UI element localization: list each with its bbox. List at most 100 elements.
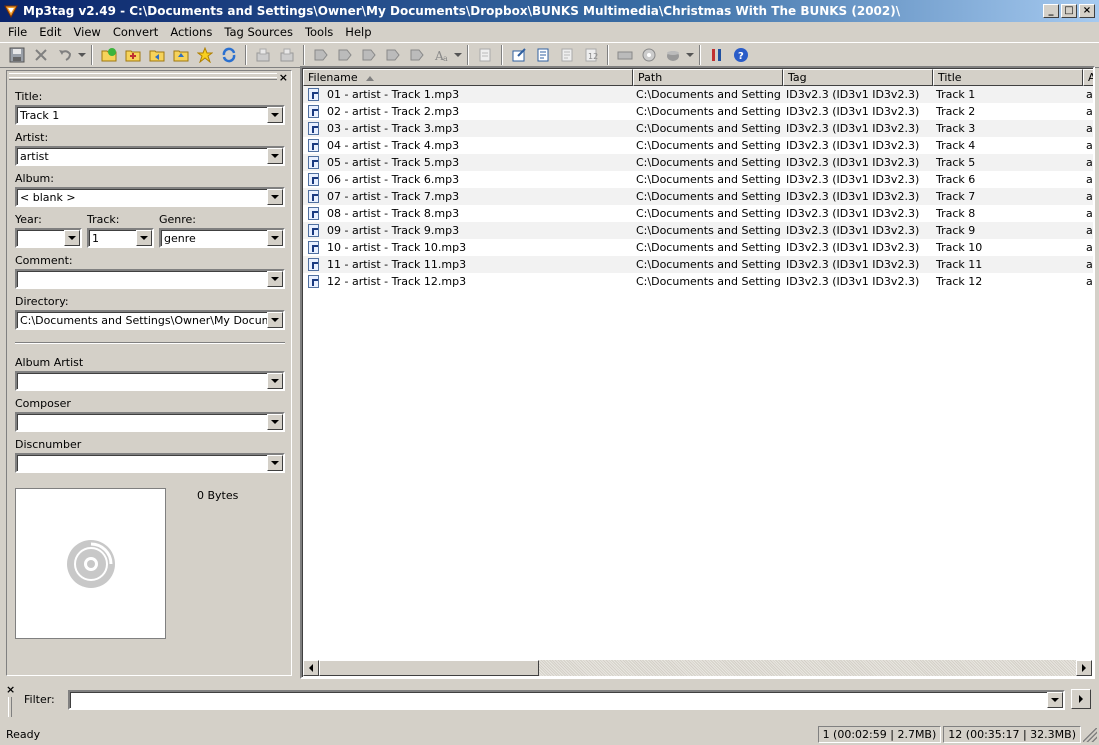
filter-input[interactable] — [68, 690, 1065, 710]
extended-tags-icon[interactable] — [474, 44, 496, 66]
discnumber-field[interactable] — [15, 453, 285, 473]
column-tag[interactable]: Tag — [783, 69, 933, 86]
filename-filename-icon[interactable] — [358, 44, 380, 66]
undo-icon[interactable] — [54, 44, 76, 66]
save-icon[interactable] — [6, 44, 28, 66]
playlist-selection-icon[interactable] — [556, 44, 578, 66]
maximize-button[interactable]: □ — [1061, 4, 1077, 18]
cd-lookup-icon[interactable] — [638, 44, 660, 66]
row-path: C:\Documents and Setting... — [636, 275, 781, 288]
filter-close-icon[interactable]: × — [6, 683, 15, 696]
remove-icon[interactable] — [30, 44, 52, 66]
table-row[interactable]: 07 - artist - Track 7.mp3 C:\Documents an… — [303, 188, 1093, 205]
mp3-file-icon — [308, 224, 319, 237]
paste-tag-icon[interactable] — [276, 44, 298, 66]
chevron-down-icon[interactable] — [267, 107, 283, 123]
chevron-down-icon[interactable] — [267, 271, 283, 287]
table-row[interactable]: 04 - artist - Track 4.mp3 C:\Documents an… — [303, 137, 1093, 154]
autonumber-icon[interactable]: 12 — [580, 44, 602, 66]
scroll-thumb[interactable] — [319, 660, 539, 676]
horizontal-scrollbar[interactable] — [303, 660, 1092, 676]
table-row[interactable]: 11 - artist - Track 11.mp3 C:\Documents a… — [303, 256, 1093, 273]
add-directory-icon[interactable] — [98, 44, 120, 66]
filter-go-button[interactable] — [1071, 689, 1091, 709]
album-field[interactable]: < blank > — [15, 187, 285, 207]
chevron-down-icon[interactable] — [267, 230, 283, 246]
menu-file[interactable]: File — [2, 25, 33, 39]
filename-tag-icon[interactable] — [334, 44, 356, 66]
tag-sources-icon[interactable] — [662, 44, 684, 66]
undo-dropdown-icon[interactable] — [78, 44, 86, 66]
table-row[interactable]: 05 - artist - Track 5.mp3 C:\Documents an… — [303, 154, 1093, 171]
column-path[interactable]: Path — [633, 69, 783, 86]
export-icon[interactable] — [508, 44, 530, 66]
chevron-down-icon[interactable] — [1047, 692, 1063, 708]
menu-edit[interactable]: Edit — [33, 25, 67, 39]
title-bar[interactable]: Mp3tag v2.49 - C:\Documents and Settings… — [0, 0, 1099, 22]
text-tag-icon[interactable] — [382, 44, 404, 66]
genre-field[interactable]: genre — [159, 228, 285, 248]
options-icon[interactable] — [706, 44, 728, 66]
table-row[interactable]: 03 - artist - Track 3.mp3 C:\Documents an… — [303, 120, 1093, 137]
file-list[interactable]: Filename Path Tag Title A 01 - artist - … — [300, 66, 1095, 679]
chevron-down-icon[interactable] — [267, 455, 283, 471]
refresh-icon[interactable] — [218, 44, 240, 66]
freedb-icon[interactable] — [614, 44, 636, 66]
resize-grip-icon[interactable] — [1083, 727, 1097, 742]
chevron-down-icon[interactable] — [136, 230, 152, 246]
chevron-down-icon[interactable] — [267, 312, 283, 328]
chevron-down-icon[interactable] — [267, 148, 283, 164]
scroll-left-icon[interactable] — [303, 660, 319, 676]
row-tag: ID3v2.3 (ID3v1 ID3v2.3) — [786, 139, 920, 152]
add-folder-icon[interactable] — [122, 44, 144, 66]
row-artist: ar — [1086, 122, 1093, 135]
tag-sources-dropdown-icon[interactable] — [686, 44, 694, 66]
table-row[interactable]: 12 - artist - Track 12.mp3 C:\Documents a… — [303, 273, 1093, 290]
title-label: Title: — [15, 90, 43, 103]
table-row[interactable]: 06 - artist - Track 6.mp3 C:\Documents an… — [303, 171, 1093, 188]
case-convert-icon[interactable]: Aa — [430, 44, 452, 66]
menu-view[interactable]: View — [68, 25, 107, 39]
column-filename[interactable]: Filename — [303, 69, 633, 86]
copy-tag-icon[interactable] — [252, 44, 274, 66]
table-row[interactable]: 09 - artist - Track 9.mp3 C:\Documents an… — [303, 222, 1093, 239]
chevron-down-icon[interactable] — [64, 230, 80, 246]
scroll-right-icon[interactable] — [1076, 660, 1092, 676]
chevron-down-icon[interactable] — [267, 189, 283, 205]
favorite-icon[interactable] — [194, 44, 216, 66]
tag-filename-icon[interactable] — [310, 44, 332, 66]
album-artist-field[interactable] — [15, 371, 285, 391]
playlist-icon[interactable] — [532, 44, 554, 66]
menu-convert[interactable]: Convert — [107, 25, 164, 39]
menu-help[interactable]: Help — [339, 25, 377, 39]
column-title[interactable]: Title — [933, 69, 1083, 86]
case-dropdown-icon[interactable] — [454, 44, 462, 66]
artist-field[interactable]: artist — [15, 146, 285, 166]
composer-field[interactable] — [15, 412, 285, 432]
filter-grip[interactable] — [8, 697, 12, 717]
tag-tag-icon[interactable] — [406, 44, 428, 66]
tag-panel-close-icon[interactable]: × — [279, 71, 288, 84]
table-row[interactable]: 01 - artist - Track 1.mp3 C:\Documents an… — [303, 86, 1093, 103]
directory-field[interactable]: C:\Documents and Settings\Owner\My Docum… — [15, 310, 285, 330]
table-row[interactable]: 08 - artist - Track 8.mp3 C:\Documents an… — [303, 205, 1093, 222]
table-row[interactable]: 10 - artist - Track 10.mp3 C:\Documents a… — [303, 239, 1093, 256]
open-folder-icon[interactable] — [146, 44, 168, 66]
menu-actions[interactable]: Actions — [164, 25, 218, 39]
year-field[interactable] — [15, 228, 82, 248]
column-artist[interactable]: A — [1083, 69, 1093, 86]
close-button[interactable]: × — [1079, 4, 1095, 18]
panel-grip[interactable] — [9, 77, 277, 80]
track-field[interactable]: 1 — [87, 228, 154, 248]
minimize-button[interactable]: _ — [1043, 4, 1059, 18]
comment-field[interactable] — [15, 269, 285, 289]
chevron-down-icon[interactable] — [267, 373, 283, 389]
help-icon[interactable]: ? — [730, 44, 752, 66]
chevron-down-icon[interactable] — [267, 414, 283, 430]
cover-art[interactable] — [15, 488, 166, 639]
menu-tools[interactable]: Tools — [299, 25, 339, 39]
menu-tag-sources[interactable]: Tag Sources — [218, 25, 299, 39]
folder-up-icon[interactable] — [170, 44, 192, 66]
table-row[interactable]: 02 - artist - Track 2.mp3 C:\Documents an… — [303, 103, 1093, 120]
title-field[interactable]: Track 1 — [15, 105, 285, 125]
